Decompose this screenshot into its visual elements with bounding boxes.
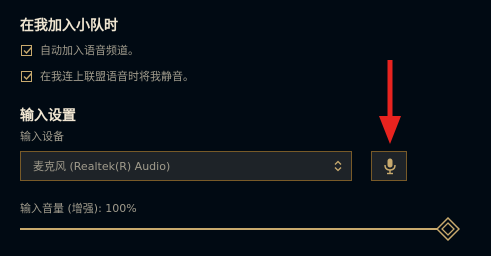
input-volume-label: 输入音量 (增强): 100% [20,202,137,215]
checkbox-label-auto-join: 自动加入语音频道。 [40,44,139,57]
microphone-icon [384,158,396,175]
checkmark-icon [23,72,33,80]
checkbox-mute-on-join[interactable] [21,70,33,82]
input-volume-slider[interactable] [20,228,440,230]
input-device-label: 输入设备 [20,130,64,143]
chevron-up-down-icon [334,160,342,172]
slider-fill [20,228,440,230]
checkbox-label-mute-on-join: 在我连上联盟语音时将我静音。 [40,70,194,83]
checkmark-icon [23,46,33,54]
checkbox-auto-join[interactable] [21,44,33,56]
diamond-thumb-icon[interactable] [436,217,460,241]
checkbox-row-mute-on-join[interactable]: 在我连上联盟语音时将我静音。 [21,69,194,83]
microphone-test-button[interactable] [371,151,407,181]
red-arrow-down-icon [379,60,401,144]
input-device-value: 麦克风 (Realtek(R) Audio) [33,160,171,173]
section-title-team: 在我加入小队时 [20,18,118,34]
input-device-select[interactable]: 麦克风 (Realtek(R) Audio) [20,151,352,181]
checkbox-row-auto-join[interactable]: 自动加入语音频道。 [21,43,139,57]
section-title-input: 输入设置 [20,108,76,124]
